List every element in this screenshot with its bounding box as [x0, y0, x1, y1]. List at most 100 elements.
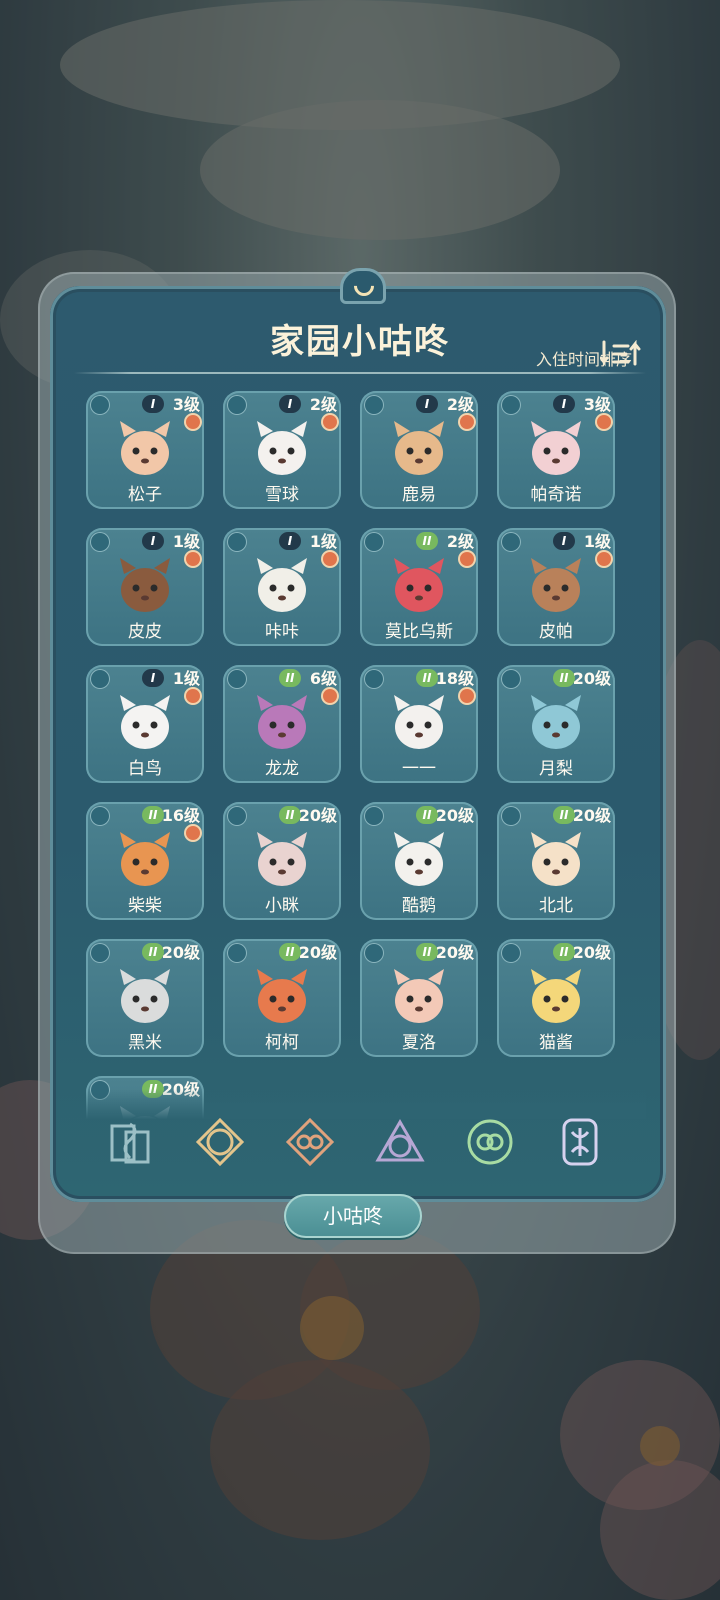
stage-badge: I — [142, 669, 164, 687]
creature-card[interactable]: I 2级 鹿易 — [360, 391, 478, 509]
notification-dot — [186, 415, 200, 429]
stage-badge: II — [416, 806, 438, 824]
swirl-element-icon[interactable] — [464, 1116, 516, 1168]
creature-card[interactable]: II 20级 酷鹅 — [360, 802, 478, 920]
creature-card[interactable]: II 18级 一一 — [360, 665, 478, 783]
sun-element-icon[interactable] — [194, 1116, 246, 1168]
creature-card[interactable]: II 20级 黑米 — [86, 939, 204, 1057]
creature-card[interactable]: II 20级 夏洛 — [360, 939, 478, 1057]
creature-card[interactable]: I 3级 帕奇诺 — [497, 391, 615, 509]
triangle-icon — [90, 943, 110, 963]
creature-name: 皮皮 — [128, 622, 162, 642]
creature-name: 猫酱 — [539, 1033, 573, 1053]
rune-icon — [501, 532, 521, 552]
creature-card[interactable]: I 2级 雪球 — [223, 391, 341, 509]
moon-crest-icon — [340, 268, 386, 304]
stage-badge: II — [416, 669, 438, 687]
creature-name: 白鸟 — [128, 759, 162, 779]
creature-portrait-icon — [531, 695, 581, 749]
creature-name: 雪球 — [265, 485, 299, 505]
creature-name: 酷鹅 — [402, 896, 436, 916]
creature-card[interactable]: II 2级 莫比乌斯 — [360, 528, 478, 646]
creature-grid[interactable]: I 3级 松子 I 2级 雪球 I 2级 鹿易 I 3级 帕奇诺 I 1级 皮皮 I 1级 咔咔 II 2级 莫比乌斯 I… — [86, 391, 646, 1119]
creature-portrait-icon — [531, 421, 581, 475]
notification-dot — [597, 415, 611, 429]
rune-icon — [364, 669, 384, 689]
creature-portrait-icon — [531, 558, 581, 612]
creature-portrait-icon — [394, 695, 444, 749]
sort-order-icon[interactable] — [600, 340, 642, 370]
element-icon — [90, 395, 110, 415]
rune-icon — [364, 395, 384, 415]
creature-level: 20级 — [298, 806, 337, 825]
creature-portrait-icon — [257, 969, 307, 1023]
creature-level: 1级 — [172, 532, 200, 551]
stage-badge: II — [279, 943, 301, 961]
stage-badge: I — [142, 395, 164, 413]
creature-name: 柴柴 — [128, 896, 162, 916]
rune-icon — [90, 532, 110, 552]
creature-portrait-icon — [120, 558, 170, 612]
creature-card[interactable]: II 20级 猫酱 — [497, 939, 615, 1057]
rune-icon — [364, 532, 384, 552]
creature-portrait-icon — [394, 969, 444, 1023]
notification-dot — [323, 415, 337, 429]
creature-card[interactable]: I 1级 皮皮 — [86, 528, 204, 646]
creature-level: 3级 — [583, 395, 611, 414]
creature-portrait-icon — [257, 695, 307, 749]
creature-level: 2级 — [309, 395, 337, 414]
creature-card[interactable]: I 1级白鸟 — [86, 665, 204, 783]
stage-badge: I — [553, 532, 575, 550]
knot-element-icon[interactable] — [284, 1116, 336, 1168]
creature-card[interactable]: II 6级 龙龙 — [223, 665, 341, 783]
creature-card[interactable]: I 1级 咔咔 — [223, 528, 341, 646]
notification-dot — [323, 689, 337, 703]
stage-badge: II — [416, 532, 438, 550]
notification-dot — [460, 689, 474, 703]
creature-level: 20级 — [298, 943, 337, 962]
creature-name: 黑米 — [128, 1033, 162, 1053]
creature-portrait-icon — [120, 969, 170, 1023]
creature-name: 咔咔 — [265, 622, 299, 642]
creature-card[interactable]: II 16级 柴柴 — [86, 802, 204, 920]
title-divider — [74, 372, 646, 374]
notification-dot — [323, 552, 337, 566]
creature-level: 1级 — [583, 532, 611, 551]
creature-level: 20级 — [435, 943, 474, 962]
creature-card[interactable]: II 20级 月梨 — [497, 665, 615, 783]
creature-portrait-icon — [531, 969, 581, 1023]
creature-name: 松子 — [128, 485, 162, 505]
creature-card[interactable]: I 1级 皮帕 — [497, 528, 615, 646]
notification-dot — [597, 552, 611, 566]
stage-badge: II — [279, 806, 301, 824]
rune-element-icon[interactable] — [554, 1116, 606, 1168]
creature-name: 龙龙 — [265, 759, 299, 779]
notification-dot — [186, 689, 200, 703]
stage-badge: I — [553, 395, 575, 413]
creature-portrait-icon — [394, 832, 444, 886]
creature-level: 20级 — [572, 669, 611, 688]
notification-dot — [460, 415, 474, 429]
creature-portrait-icon — [394, 421, 444, 475]
music-element-icon[interactable] — [104, 1116, 156, 1168]
triangle-element-icon[interactable] — [374, 1116, 426, 1168]
little-gudong-button[interactable]: 小咕咚 — [284, 1194, 422, 1238]
creature-portrait-icon — [257, 421, 307, 475]
creature-level: 1级 — [172, 669, 200, 688]
creature-level: 6级 — [309, 669, 337, 688]
creature-portrait-icon — [120, 832, 170, 886]
stage-badge: II — [553, 806, 575, 824]
creature-level: 3级 — [172, 395, 200, 414]
creature-level: 18级 — [435, 669, 474, 688]
triangle-icon — [501, 669, 521, 689]
creature-name: 月梨 — [539, 759, 573, 779]
sun-icon — [90, 806, 110, 826]
creature-level: 20级 — [161, 943, 200, 962]
creature-name: 柯柯 — [265, 1033, 299, 1053]
creature-name: 鹿易 — [402, 485, 436, 505]
creature-card[interactable]: II 20级 小眯 — [223, 802, 341, 920]
creature-card[interactable]: II 20级 北北 — [497, 802, 615, 920]
creature-card[interactable]: II 20级柯柯 — [223, 939, 341, 1057]
creature-card[interactable]: I 3级松子 — [86, 391, 204, 509]
stage-badge: II — [142, 806, 164, 824]
